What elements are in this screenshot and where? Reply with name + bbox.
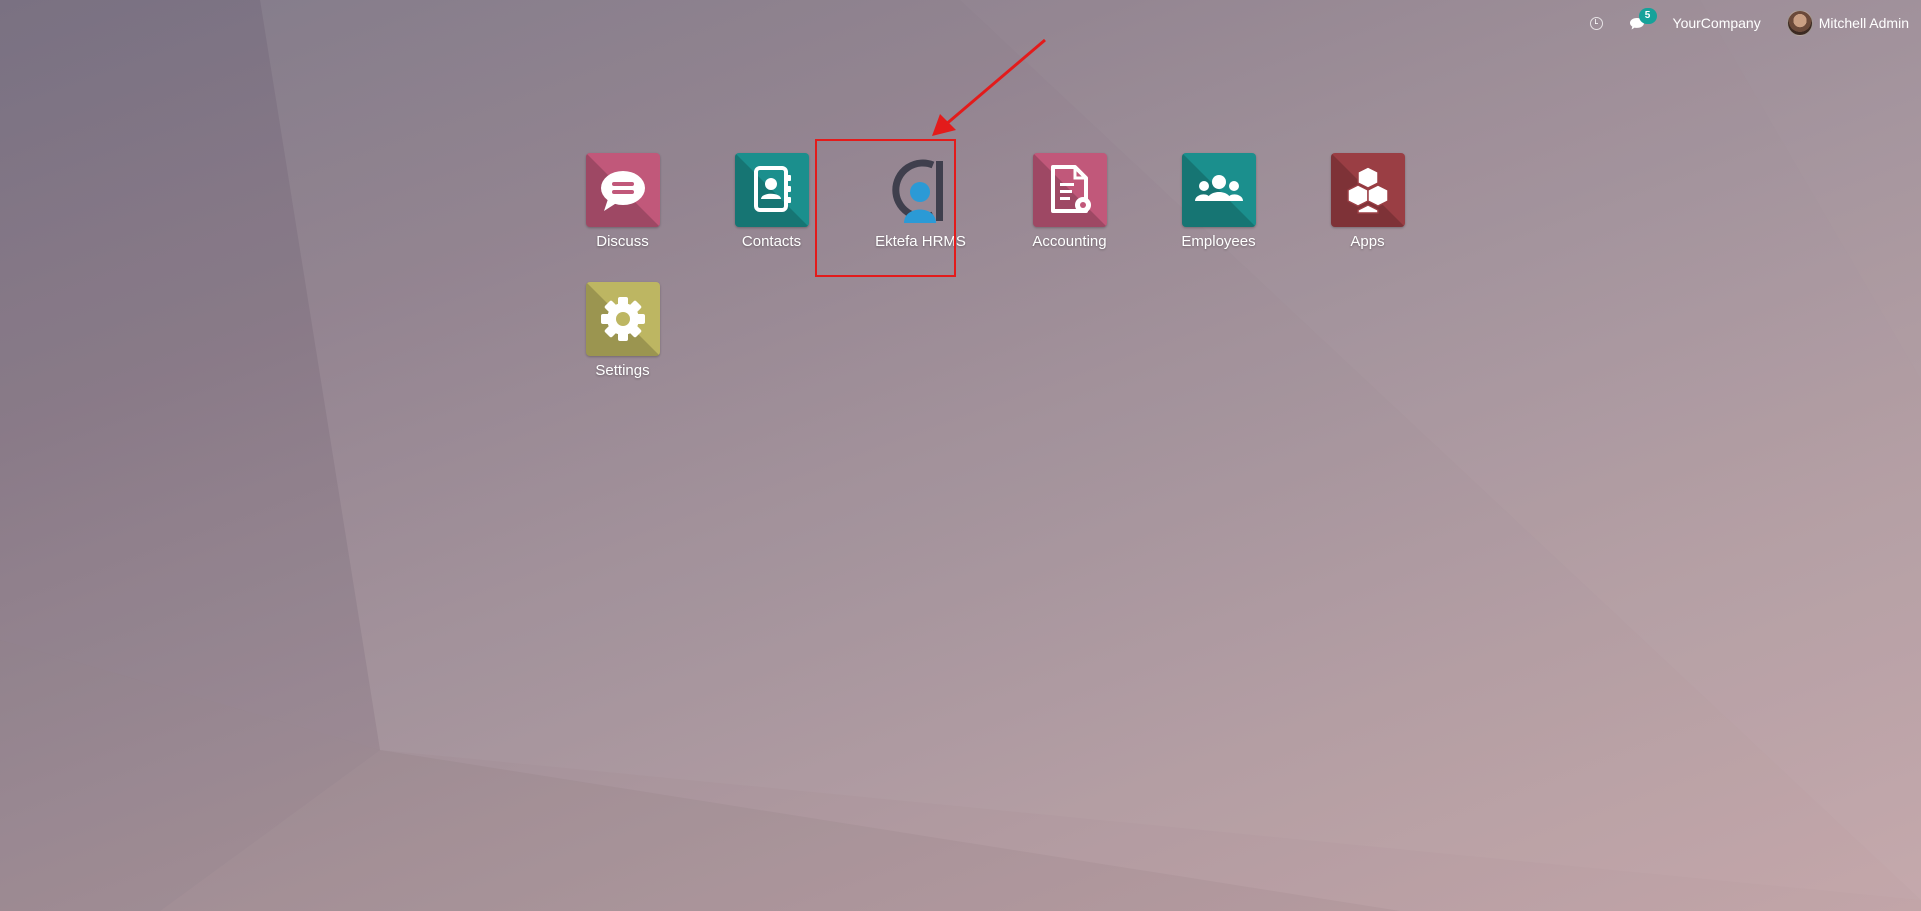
app-discuss[interactable]: Discuss [548, 153, 697, 282]
document-gear-icon [1050, 165, 1091, 213]
gear-icon [600, 297, 645, 341]
cubes-icon [1346, 166, 1389, 214]
company-name: YourCompany [1672, 15, 1761, 31]
app-label: Settings [595, 362, 650, 379]
message-count-badge: 5 [1638, 8, 1657, 24]
annotation-arrow-icon [932, 38, 1046, 136]
top-navbar: 5 YourCompany Mitchell Admin [1564, 0, 1921, 46]
app-label: Accounting [1032, 233, 1107, 250]
messaging-button[interactable]: 5 [1629, 8, 1657, 32]
app-apps[interactable]: Apps [1293, 153, 1442, 282]
users-icon [1194, 175, 1243, 201]
app-tile [585, 153, 660, 227]
clock-icon [1589, 16, 1603, 30]
chat-bubble-icon [600, 171, 645, 211]
activity-button[interactable] [1589, 16, 1603, 30]
app-accounting[interactable]: Accounting [995, 153, 1144, 282]
company-switcher[interactable]: YourCompany [1673, 15, 1761, 31]
app-label: Discuss [596, 233, 649, 250]
app-settings[interactable]: Settings [548, 282, 697, 411]
annotation-highlight-box [815, 139, 956, 277]
user-menu[interactable]: Mitchell Admin [1786, 10, 1909, 36]
app-tile [1032, 153, 1107, 227]
app-label: Employees [1181, 233, 1256, 250]
app-grid: Discuss Contacts Ektefa HRMS Accounting … [548, 153, 1448, 411]
address-book-icon [753, 166, 791, 212]
user-avatar [1786, 10, 1813, 36]
app-tile [734, 153, 809, 227]
app-tile [585, 282, 660, 356]
app-employees[interactable]: Employees [1144, 153, 1293, 282]
app-tile [1181, 153, 1256, 227]
app-label: Apps [1350, 233, 1385, 250]
user-name: Mitchell Admin [1818, 15, 1909, 31]
app-tile [1330, 153, 1405, 227]
app-label: Contacts [741, 233, 802, 250]
